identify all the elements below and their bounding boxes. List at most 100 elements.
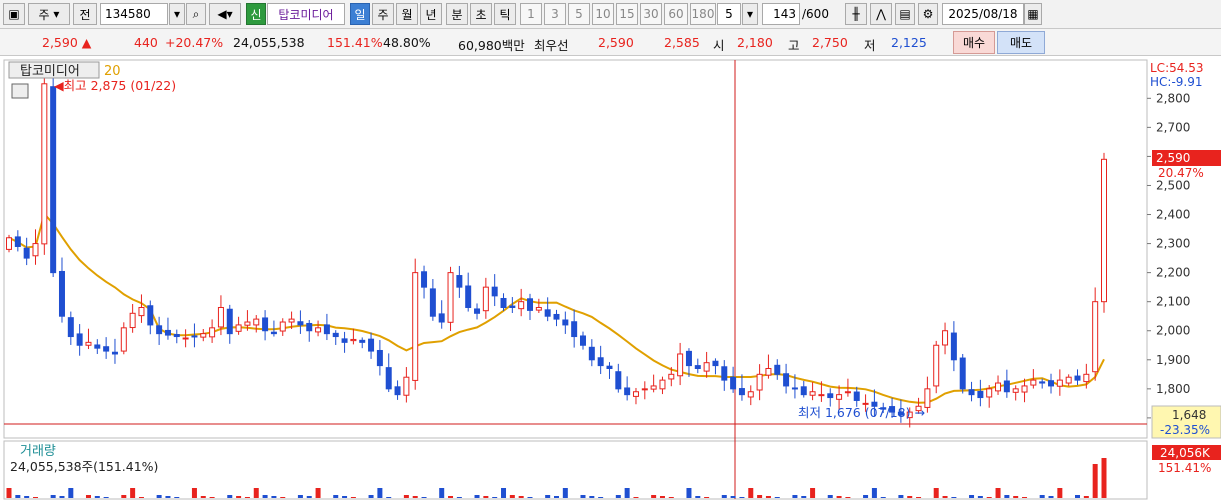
candlestick-chart[interactable]: 1,7001,8001,9002,0002,1002,2002,3002,400… bbox=[0, 58, 1221, 500]
interval-5[interactable]: 5 bbox=[568, 3, 590, 25]
period-yearly[interactable]: 년 bbox=[420, 3, 442, 25]
candle-body bbox=[209, 327, 216, 338]
period-tick[interactable]: 틱 bbox=[494, 3, 516, 25]
volume-bar bbox=[456, 497, 462, 498]
interval-180[interactable]: 180 bbox=[690, 3, 716, 25]
candle-body bbox=[394, 386, 401, 396]
search-icon[interactable]: ⌕ bbox=[186, 3, 206, 25]
volume-bar bbox=[483, 496, 489, 498]
save-icon[interactable]: ▤ bbox=[895, 3, 915, 25]
candle-body bbox=[315, 327, 322, 333]
candle-body bbox=[306, 322, 313, 332]
volume-bar bbox=[871, 488, 877, 498]
price-change: 440 bbox=[134, 35, 158, 50]
period-daily[interactable]: 일 bbox=[350, 3, 370, 25]
candle-body bbox=[659, 379, 666, 390]
candle-body bbox=[270, 331, 277, 335]
interval-15[interactable]: 15 bbox=[616, 3, 638, 25]
volume-bar bbox=[244, 497, 250, 498]
code-input[interactable]: 134580 bbox=[100, 3, 168, 25]
volume-bar bbox=[633, 497, 639, 498]
tab-all[interactable]: 전 bbox=[73, 3, 97, 25]
volume-bar bbox=[85, 495, 91, 498]
interval-30[interactable]: 30 bbox=[640, 3, 662, 25]
interval-3[interactable]: 3 bbox=[544, 3, 566, 25]
stock-name[interactable]: 탑코미디어 bbox=[267, 3, 345, 25]
date-input[interactable]: 2025/08/18 bbox=[942, 3, 1024, 25]
period-weekly[interactable]: 주 bbox=[372, 3, 394, 25]
candle-body bbox=[836, 394, 843, 400]
code-dropdown-icon[interactable]: ▾ bbox=[169, 3, 185, 25]
volume-bar bbox=[845, 497, 851, 498]
interval-dropdown-icon[interactable]: ▾ bbox=[742, 3, 758, 25]
candle-body bbox=[1083, 373, 1090, 383]
interval-10[interactable]: 10 bbox=[592, 3, 614, 25]
volume-bar bbox=[50, 495, 56, 498]
volume-bar bbox=[977, 496, 983, 498]
volume-bar bbox=[995, 488, 1001, 498]
volume-bar bbox=[280, 497, 286, 498]
candle-body bbox=[632, 391, 639, 397]
volume-bar bbox=[403, 495, 409, 498]
candle-type-icon[interactable]: ╫ bbox=[845, 3, 867, 25]
gear-icon[interactable]: ⚙ bbox=[918, 3, 938, 25]
candle-body bbox=[579, 335, 586, 346]
period-minute[interactable]: 분 bbox=[446, 3, 468, 25]
volume-bar bbox=[827, 495, 833, 498]
ma-legend-label: 20 bbox=[104, 64, 121, 79]
candle-body bbox=[535, 306, 542, 311]
candle-body bbox=[1074, 375, 1081, 381]
candle-body bbox=[995, 382, 1002, 392]
period-second[interactable]: 초 bbox=[470, 3, 492, 25]
count-total: /600 bbox=[802, 7, 829, 21]
candle-body bbox=[376, 349, 383, 367]
candle-body bbox=[182, 337, 189, 340]
volume-bar bbox=[1039, 495, 1045, 498]
volume-title: 거래량 bbox=[20, 444, 56, 459]
calendar-icon[interactable]: ▦ bbox=[1024, 3, 1042, 25]
candle-body bbox=[156, 325, 163, 335]
sound-icon[interactable]: ◀▾ bbox=[209, 3, 241, 25]
period-monthly[interactable]: 월 bbox=[396, 3, 418, 25]
line-chart-icon[interactable]: ⋀ bbox=[870, 3, 892, 25]
candle-body bbox=[341, 338, 348, 343]
candle-body bbox=[518, 301, 525, 310]
y-tick-label: 2,200 bbox=[1156, 266, 1190, 280]
volume-bar bbox=[236, 496, 242, 498]
candle-body bbox=[429, 288, 436, 317]
volume-bar bbox=[580, 495, 586, 498]
volume-bar bbox=[156, 495, 162, 498]
interval-1[interactable]: 1 bbox=[520, 3, 542, 25]
volume-ratio: 151.41% bbox=[327, 35, 383, 50]
volume-bar bbox=[863, 495, 869, 498]
volume-bar bbox=[907, 496, 913, 498]
candle-body bbox=[147, 305, 154, 326]
volume-bar bbox=[271, 496, 277, 498]
candle-body bbox=[438, 313, 445, 323]
count-input[interactable]: 143 bbox=[762, 3, 800, 25]
candle-body bbox=[447, 272, 454, 323]
window-icon[interactable]: ▣ bbox=[3, 3, 25, 25]
interval-input[interactable]: 5 bbox=[717, 3, 741, 25]
candle-body bbox=[412, 272, 419, 381]
volume-bar bbox=[554, 496, 559, 498]
volume-bar bbox=[757, 495, 763, 498]
sell-order-button[interactable]: 매도 bbox=[997, 31, 1045, 54]
candle-body bbox=[1101, 158, 1107, 303]
candle-body bbox=[58, 270, 65, 317]
volume-bar bbox=[695, 496, 701, 498]
interval-60[interactable]: 60 bbox=[664, 3, 688, 25]
volume-bar bbox=[933, 488, 939, 498]
candle-body bbox=[712, 360, 719, 367]
buy-order-button[interactable]: 매수 bbox=[953, 31, 995, 54]
candle-body bbox=[624, 387, 631, 396]
volume-bar bbox=[916, 497, 922, 498]
candle-body bbox=[103, 346, 110, 352]
volume-bar bbox=[377, 488, 383, 498]
volume-bar bbox=[651, 495, 657, 498]
candle-body bbox=[332, 332, 339, 338]
candle-body bbox=[94, 344, 101, 349]
volume-bar bbox=[386, 497, 392, 498]
mode-select[interactable]: 주 ▾ bbox=[28, 3, 70, 25]
volume-bar bbox=[165, 496, 171, 498]
